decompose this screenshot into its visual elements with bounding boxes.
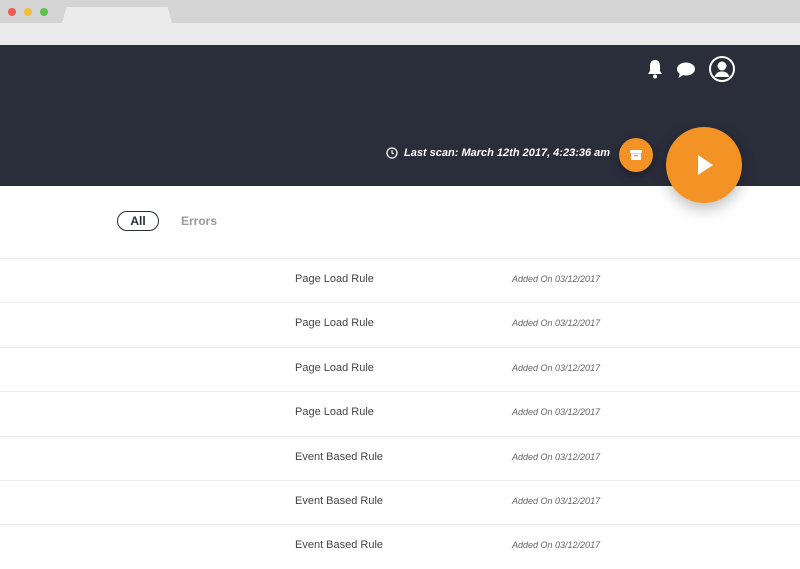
- list-item[interactable]: Page Load Rule Added On 03/12/2017: [0, 391, 800, 435]
- rule-added-date: Added On 03/12/2017: [512, 318, 601, 329]
- list-item[interactable]: Page Load Rule Added On 03/12/2017: [0, 258, 800, 302]
- list-item[interactable]: Event Based Rule Added On 03/12/2017: [0, 435, 800, 480]
- archive-icon: [630, 150, 642, 160]
- close-window-dot[interactable]: [8, 8, 16, 16]
- play-icon: [698, 155, 713, 175]
- user-avatar-icon[interactable]: [709, 56, 735, 82]
- list-item[interactable]: Event Based Rule Added On 03/12/2017: [0, 524, 800, 568]
- run-scan-button[interactable]: [666, 127, 742, 203]
- rule-name: Event Based Rule: [295, 450, 384, 463]
- maximize-window-dot[interactable]: [40, 8, 48, 16]
- minimize-window-dot[interactable]: [24, 8, 32, 16]
- browser-tab[interactable]: [62, 7, 172, 23]
- rule-added-date: Added On 03/12/2017: [512, 274, 601, 284]
- rule-name: Event Based Rule: [295, 539, 384, 552]
- list-item[interactable]: Page Load Rule Added On 03/12/2017: [0, 302, 800, 346]
- last-scan-info: Last scan: March 12th 2017, 4:23:36 am: [386, 145, 610, 161]
- archive-button[interactable]: [619, 138, 653, 172]
- filter-all-button[interactable]: All: [117, 211, 159, 231]
- rule-name: Page Load Rule: [295, 406, 374, 419]
- clock-icon: [386, 147, 398, 159]
- rule-added-date: Added On 03/12/2017: [512, 451, 601, 462]
- chat-icon[interactable]: [676, 61, 696, 79]
- list-item[interactable]: Event Based Rule Added On 03/12/2017: [0, 479, 800, 524]
- rule-name: Page Load Rule: [295, 273, 374, 285]
- filter-errors-button[interactable]: Errors: [181, 211, 217, 231]
- rule-added-date: Added On 03/12/2017: [512, 407, 601, 418]
- last-scan-text: Last scan: March 12th 2017, 4:23:36 am: [404, 147, 611, 159]
- rule-name: Event Based Rule: [295, 494, 384, 507]
- bell-icon[interactable]: [646, 59, 664, 79]
- list-item[interactable]: Page Load Rule Added On 03/12/2017: [0, 346, 800, 391]
- filter-bar: All Errors: [0, 186, 800, 258]
- browser-titlebar: [0, 0, 800, 23]
- rule-added-date: Added On 03/12/2017: [512, 362, 601, 373]
- browser-address-bar[interactable]: [0, 23, 800, 45]
- rule-added-date: Added On 03/12/2017: [512, 540, 601, 551]
- rule-name: Page Load Rule: [295, 317, 374, 330]
- rule-name: Page Load Rule: [295, 361, 374, 374]
- rules-list: Page Load Rule Added On 03/12/2017 Page …: [0, 258, 800, 569]
- rule-added-date: Added On 03/12/2017: [512, 495, 601, 506]
